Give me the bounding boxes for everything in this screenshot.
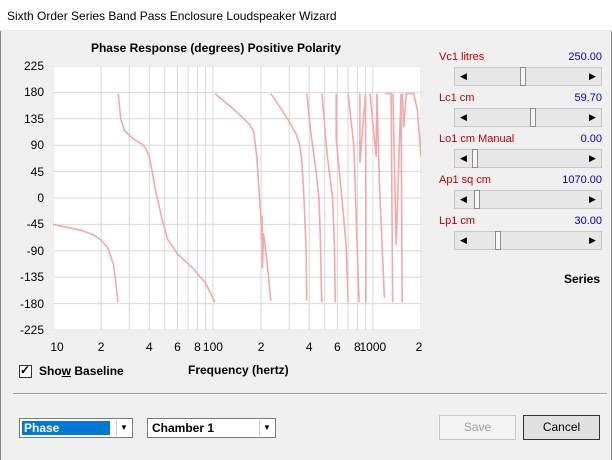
x-tick-label: 4 — [305, 340, 313, 354]
x-tick-label: 4 — [145, 340, 153, 354]
chamber-value: Chamber 1 — [152, 421, 215, 435]
param-row: Lp1 cm 30.00 ◀ ▶ — [439, 215, 602, 255]
x-tick-label: 2 — [97, 340, 105, 354]
arrow-right-icon[interactable]: ▶ — [584, 232, 601, 249]
checkmark-icon: ✓ — [20, 362, 31, 377]
param-label: Ap1 sq cm — [439, 174, 491, 186]
series-label: Series — [564, 272, 601, 286]
param-row: Lc1 cm 59.70 ◀ ▶ — [439, 92, 602, 132]
param-label: Lp1 cm — [439, 215, 476, 227]
y-tick-label: -135 — [19, 270, 44, 285]
show-baseline-label: Show Baseline — [39, 364, 124, 378]
show-baseline-checkbox[interactable]: ✓ — [19, 362, 32, 378]
chevron-down-icon[interactable]: ▼ — [259, 420, 274, 436]
arrow-left-icon[interactable]: ◀ — [455, 150, 472, 167]
dialog-client: Phase Response (degrees) Positive Polari… — [0, 31, 612, 460]
arrow-left-icon[interactable]: ◀ — [455, 68, 472, 85]
separator — [13, 393, 607, 395]
slider-thumb[interactable] — [474, 190, 481, 209]
param-label: Vc1 litres — [439, 51, 485, 63]
y-tick-label: 180 — [23, 85, 44, 100]
param-row: Vc1 litres 250.00 ◀ ▶ — [439, 51, 602, 91]
x-tick-label: 10 — [50, 340, 64, 354]
y-tick-label: -225 — [19, 323, 44, 337]
arrow-right-icon[interactable]: ▶ — [584, 68, 601, 85]
title-bar: Sixth Order Series Band Pass Enclosure L… — [0, 0, 612, 31]
x-axis-title: Frequency (hertz) — [188, 363, 289, 377]
plot-type-select[interactable]: Phase ▼ — [19, 418, 133, 438]
arrow-left-icon[interactable]: ◀ — [455, 232, 472, 249]
chevron-down-icon[interactable]: ▼ — [116, 420, 131, 436]
x-tick-label: 100 — [202, 340, 223, 354]
slider-thumb[interactable] — [530, 108, 537, 127]
x-tick-label: 2 — [257, 340, 265, 354]
param-value: 30.00 — [574, 215, 602, 227]
y-tick-label: 45 — [30, 164, 44, 179]
param-value: 59.70 — [574, 92, 602, 104]
y-tick-label: 225 — [23, 59, 44, 73]
save-button[interactable]: Save — [439, 415, 516, 440]
slider-thumb[interactable] — [519, 67, 526, 86]
phase-chart — [53, 66, 421, 330]
param-slider[interactable]: ◀ ▶ — [454, 149, 602, 168]
param-row: Ap1 sq cm 1070.00 ◀ ▶ — [439, 174, 602, 214]
param-value: 250.00 — [568, 51, 602, 63]
param-slider[interactable]: ◀ ▶ — [454, 67, 602, 86]
slider-thumb[interactable] — [495, 231, 502, 250]
arrow-left-icon[interactable]: ◀ — [455, 109, 472, 126]
arrow-left-icon[interactable]: ◀ — [455, 191, 472, 208]
chamber-select[interactable]: Chamber 1 ▼ — [147, 418, 276, 438]
window-title: Sixth Order Series Band Pass Enclosure L… — [7, 9, 337, 23]
show-baseline-checkbox-row[interactable]: ✓ Show Baseline — [19, 363, 124, 379]
param-slider[interactable]: ◀ ▶ — [454, 231, 602, 250]
slider-thumb[interactable] — [472, 149, 478, 168]
param-slider[interactable]: ◀ ▶ — [454, 108, 602, 127]
plot-type-value: Phase — [22, 421, 110, 435]
param-value: 1070.00 — [562, 174, 602, 186]
param-value: 0.00 — [580, 133, 602, 145]
chart-title: Phase Response (degrees) Positive Polari… — [90, 41, 342, 55]
arrow-right-icon[interactable]: ▶ — [584, 191, 601, 208]
y-tick-label: 0 — [37, 191, 44, 205]
x-tick-label: 8 — [194, 340, 201, 354]
y-tick-label: -45 — [26, 217, 44, 232]
x-tick-label: 2 — [415, 340, 423, 354]
x-tick-label: 6 — [174, 340, 181, 354]
param-label: Lc1 cm — [439, 92, 475, 104]
y-tick-label: -180 — [19, 296, 44, 311]
y-tick-label: -90 — [26, 243, 44, 258]
arrow-right-icon[interactable]: ▶ — [584, 150, 601, 167]
cancel-button[interactable]: Cancel — [523, 415, 600, 440]
x-tick-label: 6 — [334, 340, 341, 354]
arrow-right-icon[interactable]: ▶ — [584, 109, 601, 126]
param-row: Lo1 cm Manual 0.00 ◀ ▶ — [439, 133, 602, 173]
y-tick-label: 90 — [30, 138, 44, 153]
x-tick-label: 1000 — [359, 340, 387, 354]
y-tick-label: 135 — [23, 111, 44, 126]
param-label: Lo1 cm Manual — [439, 133, 515, 145]
param-slider[interactable]: ◀ ▶ — [454, 190, 602, 209]
